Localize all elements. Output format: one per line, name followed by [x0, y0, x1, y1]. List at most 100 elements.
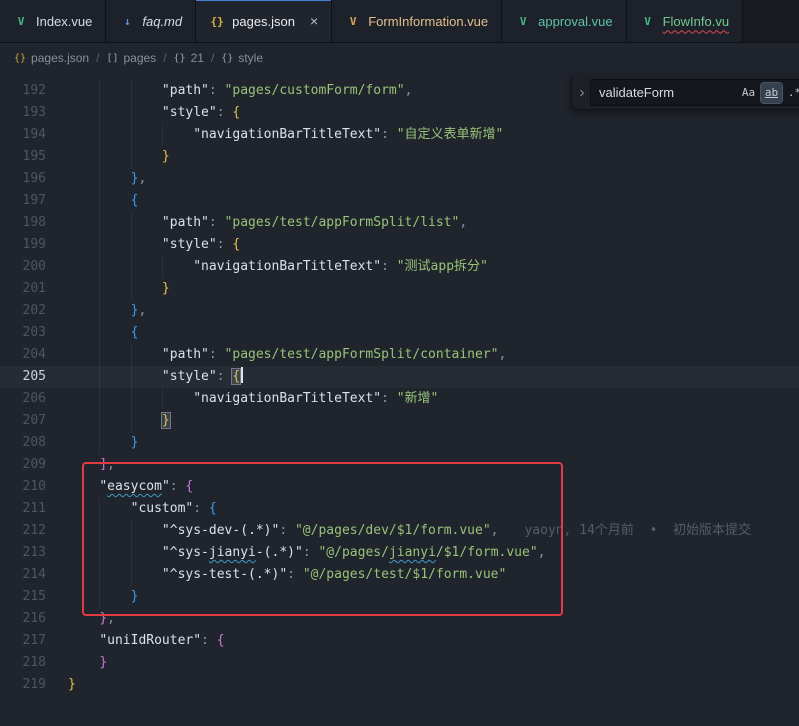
line-number[interactable]: 196	[0, 168, 46, 190]
code-token: {	[232, 105, 240, 120]
code-token: :	[287, 567, 303, 582]
code-line[interactable]: 219}	[0, 674, 799, 696]
code-line[interactable]: 214 "^sys-test-(.*)": "@/pages/test/$1/f…	[0, 564, 799, 586]
json-icon: {}	[209, 15, 225, 28]
indent-guide	[131, 80, 132, 102]
line-number[interactable]: 198	[0, 212, 46, 234]
code-token: {	[217, 633, 225, 648]
line-number[interactable]: 195	[0, 146, 46, 168]
code-token: ,	[405, 83, 413, 98]
code-token: "^sys-test-(.*)"	[162, 567, 287, 582]
whole-word-icon[interactable]: ab	[761, 83, 782, 103]
breadcrumb-item-pages-json[interactable]: {}pages.json	[14, 51, 89, 65]
code-token: :	[217, 237, 233, 252]
find-input[interactable]: validateForm Aa ab .*	[590, 79, 799, 106]
code-line[interactable]: 215 }	[0, 586, 799, 608]
code-line[interactable]: 205 "style": {	[0, 366, 799, 388]
indent-guide	[131, 564, 132, 586]
line-number[interactable]: 216	[0, 608, 46, 630]
tab-approval-vue[interactable]: Vapproval.vue	[502, 0, 626, 42]
code-line[interactable]: 206 "navigationBarTitleText": "新增"	[0, 388, 799, 410]
line-content: {	[68, 190, 799, 212]
code-line[interactable]: 195 }	[0, 146, 799, 168]
code-token: "^sys-	[162, 545, 209, 560]
line-number[interactable]: 201	[0, 278, 46, 300]
line-number[interactable]: 205	[0, 366, 46, 388]
code-line[interactable]: 196 },	[0, 168, 799, 190]
code-token: "navigationBarTitleText"	[193, 391, 381, 406]
tab-label: pages.json	[232, 14, 295, 29]
code-editor[interactable]: 192 "path": "pages/customForm/form",193 …	[0, 72, 799, 726]
code-line[interactable]: 199 "style": {	[0, 234, 799, 256]
code-token: }	[68, 677, 76, 692]
breadcrumb-item-21[interactable]: {}21	[174, 51, 204, 65]
line-number[interactable]: 193	[0, 102, 46, 124]
line-number[interactable]: 199	[0, 234, 46, 256]
regex-icon[interactable]: .*	[784, 83, 799, 103]
line-number[interactable]: 208	[0, 432, 46, 454]
code-line[interactable]: 218 }	[0, 652, 799, 674]
line-number[interactable]: 203	[0, 322, 46, 344]
line-content: },	[68, 608, 799, 630]
code-line[interactable]: 216 },	[0, 608, 799, 630]
line-number[interactable]: 206	[0, 388, 46, 410]
line-content: "navigationBarTitleText": "测试app拆分"	[68, 256, 799, 278]
line-number[interactable]: 211	[0, 498, 46, 520]
line-number[interactable]: 212	[0, 520, 46, 542]
line-number[interactable]: 215	[0, 586, 46, 608]
indent-guide	[99, 586, 100, 608]
code-token: :	[279, 523, 295, 538]
tab-pages-json[interactable]: {} pages.json ×	[196, 0, 332, 42]
line-number[interactable]: 210	[0, 476, 46, 498]
code-line[interactable]: 204 "path": "pages/test/appFormSplit/con…	[0, 344, 799, 366]
code-line[interactable]: 200 "navigationBarTitleText": "测试app拆分"	[0, 256, 799, 278]
code-token: "path"	[162, 215, 209, 230]
breadcrumb-item-style[interactable]: {}style	[221, 51, 263, 65]
line-number[interactable]: 200	[0, 256, 46, 278]
text-cursor	[241, 367, 243, 383]
indent-guide	[131, 388, 132, 410]
code-token: {	[209, 501, 217, 516]
tab-index-vue[interactable]: VIndex.vue	[0, 0, 106, 42]
line-number[interactable]: 197	[0, 190, 46, 212]
code-line[interactable]: 198 "path": "pages/test/appFormSplit/lis…	[0, 212, 799, 234]
line-number[interactable]: 213	[0, 542, 46, 564]
code-line[interactable]: 210 "easycom": {	[0, 476, 799, 498]
code-line[interactable]: 217 "uniIdRouter": {	[0, 630, 799, 652]
line-number[interactable]: 202	[0, 300, 46, 322]
code-token: {	[232, 237, 240, 252]
code-line[interactable]: 203 {	[0, 322, 799, 344]
indent-guide	[99, 102, 100, 124]
line-number[interactable]: 217	[0, 630, 46, 652]
line-content: }	[68, 146, 799, 168]
code-line[interactable]: 201 }	[0, 278, 799, 300]
line-number[interactable]: 194	[0, 124, 46, 146]
code-line[interactable]: 213 "^sys-jianyi-(.*)": "@/pages/jianyi/…	[0, 542, 799, 564]
line-number[interactable]: 204	[0, 344, 46, 366]
tab-forminformation-vue[interactable]: VFormInformation.vue	[332, 0, 502, 42]
indent-guide	[162, 388, 163, 410]
tab-faq-md[interactable]: ↓faq.md	[106, 0, 196, 42]
line-number[interactable]: 214	[0, 564, 46, 586]
code-line[interactable]: 209 ],	[0, 454, 799, 476]
code-line[interactable]: 212 "^sys-dev-(.*)": "@/pages/dev/$1/for…	[0, 520, 799, 542]
line-content: }	[68, 278, 799, 300]
code-line[interactable]: 197 {	[0, 190, 799, 212]
code-line[interactable]: 208 }	[0, 432, 799, 454]
toggle-replace-button[interactable]: ›	[574, 84, 590, 101]
line-number[interactable]: 209	[0, 454, 46, 476]
code-line[interactable]: 211 "custom": {	[0, 498, 799, 520]
code-token: "navigationBarTitleText"	[193, 127, 381, 142]
line-number[interactable]: 207	[0, 410, 46, 432]
code-line[interactable]: 194 "navigationBarTitleText": "自定义表单新增"	[0, 124, 799, 146]
breadcrumb-item-pages[interactable]: []pages	[106, 51, 156, 65]
close-icon[interactable]: ×	[310, 14, 318, 28]
line-number[interactable]: 218	[0, 652, 46, 674]
tab-flowinfo-vu[interactable]: VFlowInfo.vu	[627, 0, 743, 42]
code-line[interactable]: 202 },	[0, 300, 799, 322]
indent-guide	[99, 212, 100, 234]
line-number[interactable]: 219	[0, 674, 46, 696]
match-case-icon[interactable]: Aa	[738, 83, 759, 103]
line-number[interactable]: 192	[0, 80, 46, 102]
code-line[interactable]: 207 }	[0, 410, 799, 432]
